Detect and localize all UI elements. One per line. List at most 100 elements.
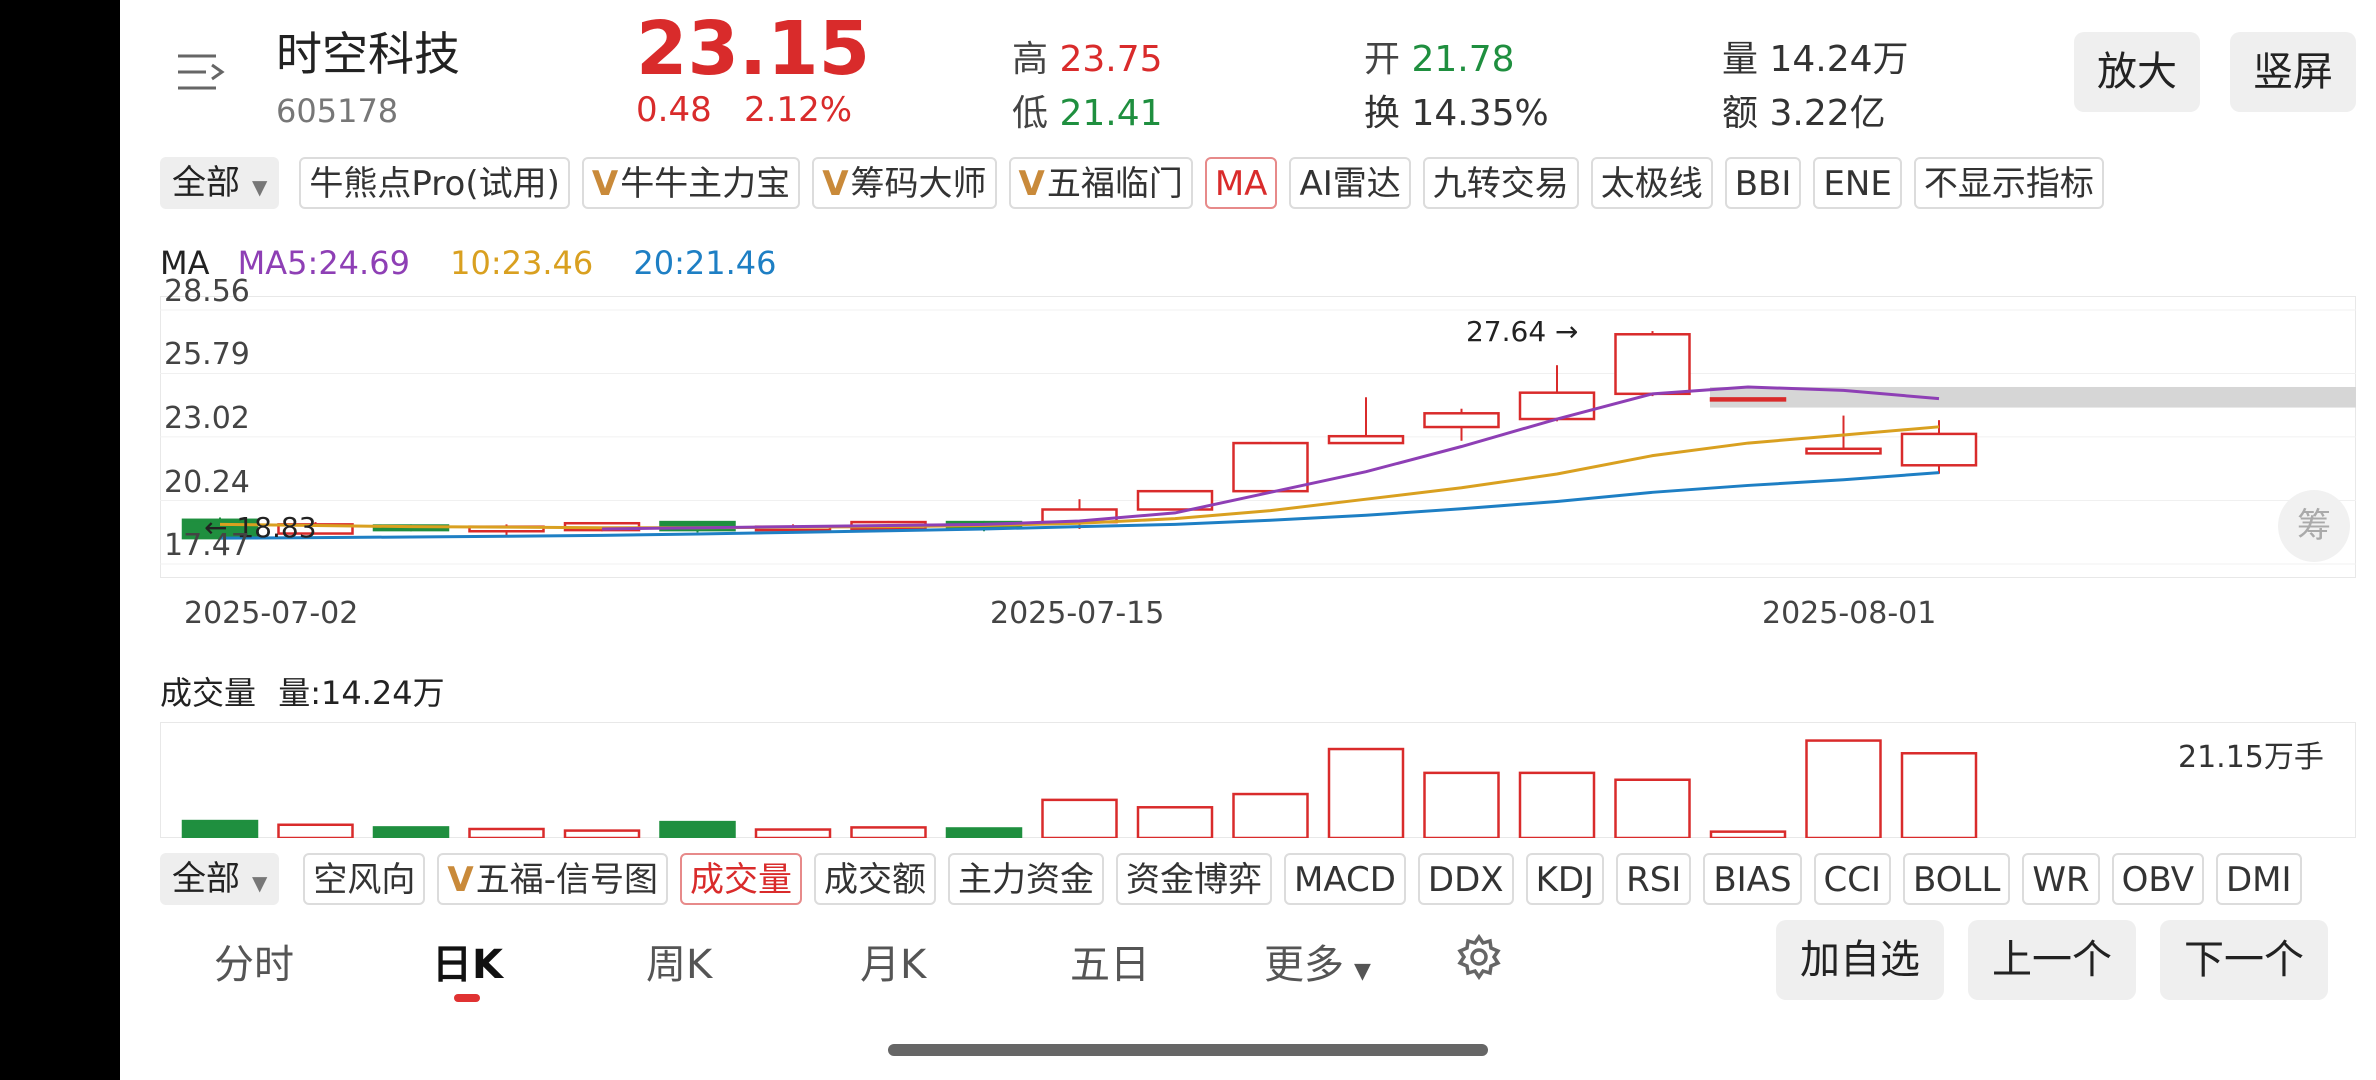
- prev-stock-button[interactable]: 上一个: [1968, 920, 2136, 1000]
- indicator-chip[interactable]: V筹码大师: [812, 157, 997, 209]
- indicator-chip-label: MA: [1214, 164, 1268, 204]
- vip-badge-icon: V: [591, 164, 619, 204]
- indicator-chip[interactable]: 不显示指标: [1913, 157, 2104, 209]
- volume-bar: [1136, 806, 1214, 840]
- app-screen: 时空科技 605178 23.15 0.48 2.12% 高 23.75 低 2…: [120, 0, 2376, 1080]
- tab-more[interactable]: 更多 ▼: [1264, 932, 1371, 990]
- candle-body: [1232, 441, 1309, 493]
- indicator-chip[interactable]: CCI: [1813, 853, 1892, 905]
- stat-open: 开 21.78: [1364, 30, 1515, 82]
- kline-chart[interactable]: 27.64 → ← 18.83: [160, 296, 2356, 578]
- chip-distribution-button[interactable]: 筹: [2278, 490, 2350, 562]
- sub-indicator-bar: 全部 ▼ 空风向 V五福-信号图 成交量 成交额 主力资金 资金博弈 MACD DDX KDJ RS…: [160, 850, 2376, 908]
- portrait-button[interactable]: 竖屏: [2230, 32, 2356, 112]
- menu-icon[interactable]: [176, 50, 226, 94]
- indicator-chip-label: DDX: [1427, 860, 1504, 900]
- indicator-chip[interactable]: ENE: [1813, 157, 1902, 209]
- volume-bar: [181, 819, 259, 840]
- tab-daily[interactable]: 日K: [432, 932, 503, 1002]
- indicator-chip[interactable]: OBV: [2111, 853, 2204, 905]
- volume-bar: [754, 828, 832, 840]
- indicator-chip-label: 五福-信号图: [475, 860, 658, 900]
- indicator-chip-label: 牛牛主力宝: [620, 164, 791, 204]
- ma-legend: MA MA5:24.69 10:23.46 20:21.46: [160, 244, 776, 282]
- indicator-chip[interactable]: 成交额: [814, 853, 936, 905]
- indicator-chip-label: DMI: [2225, 860, 2292, 900]
- indicator-chip[interactable]: RSI: [1616, 853, 1692, 905]
- indicator-chip-label: MACD: [1294, 860, 1396, 900]
- stat-turnover-label: 换: [1364, 93, 1401, 134]
- volume-bar: [659, 820, 736, 840]
- indicator-chip[interactable]: BIAS: [1703, 853, 1802, 905]
- indicator-chip[interactable]: 成交量: [680, 853, 802, 905]
- indicator-chip-label: AI雷达: [1299, 164, 1401, 204]
- stat-low-label: 低: [1012, 93, 1049, 134]
- indicator-chip[interactable]: KDJ: [1525, 853, 1605, 905]
- y-tick-label: 25.79: [164, 337, 250, 373]
- indicator-chip-label: WR: [2032, 860, 2090, 900]
- next-stock-button[interactable]: 下一个: [2160, 920, 2328, 1000]
- indicator-chip[interactable]: BBI: [1724, 157, 1802, 209]
- tab-weekly[interactable]: 周K: [646, 932, 712, 990]
- price-change: 0.48: [636, 90, 712, 130]
- vip-badge-icon: V: [447, 860, 474, 900]
- indicator-chip[interactable]: MA: [1204, 157, 1278, 209]
- add-watchlist-button[interactable]: 加自选: [1776, 920, 1944, 1000]
- indicator-chip-label: RSI: [1626, 860, 1682, 900]
- indicator-chip[interactable]: 九转交易: [1422, 157, 1579, 209]
- ma10-legend: 10:23.46: [450, 244, 594, 282]
- tab-intraday[interactable]: 分时: [214, 932, 294, 990]
- indicator-chip-label: 牛熊点Pro(试用): [309, 164, 560, 204]
- volume-title: 成交量 量:14.24万: [160, 668, 445, 714]
- volume-bar: [1900, 752, 1978, 840]
- indicator-chip-label: ENE: [1823, 164, 1892, 204]
- tab-five-day[interactable]: 五日: [1070, 932, 1150, 990]
- volume-bar: [372, 826, 450, 840]
- tab-more-label: 更多: [1264, 942, 1344, 988]
- indicator-chip[interactable]: DMI: [2215, 853, 2302, 905]
- volume-chart[interactable]: [160, 722, 2356, 840]
- indicator-chip-label: 主力资金: [958, 860, 1094, 900]
- candle-body: [1518, 391, 1596, 421]
- indicator-chip-label: 资金博弈: [1126, 860, 1262, 900]
- ma20-legend: 20:21.46: [633, 244, 777, 282]
- stock-name: 时空科技: [276, 27, 460, 81]
- stat-high-label: 高: [1012, 39, 1049, 80]
- sub-indicator-all-select[interactable]: 全部 ▼: [160, 853, 280, 905]
- vip-badge-icon: V: [822, 164, 849, 204]
- indicator-chip-label: BBI: [1734, 164, 1792, 204]
- home-indicator[interactable]: [888, 1044, 1488, 1056]
- indicator-chip[interactable]: MACD: [1284, 853, 1406, 905]
- indicator-chip[interactable]: WR: [2022, 853, 2100, 905]
- price-change-pct: 2.12%: [744, 90, 853, 130]
- tab-monthly[interactable]: 月K: [860, 932, 926, 990]
- indicator-chip[interactable]: V五福临门: [1008, 157, 1193, 209]
- indicator-chip[interactable]: 太极线: [1590, 157, 1713, 209]
- sub-indicator-chip-list: 空风向 V五福-信号图 成交量 成交额 主力资金 资金博弈 MACD DDX KDJ RSI BIA…: [303, 853, 2313, 905]
- current-price: 23.15: [636, 6, 871, 92]
- volume-bar: [468, 827, 545, 840]
- indicator-chip[interactable]: 空风向: [303, 853, 426, 905]
- gear-icon[interactable]: [1454, 932, 1504, 982]
- indicator-chip-label: BOLL: [1913, 860, 2001, 900]
- indicator-chip[interactable]: 资金博弈: [1116, 853, 1272, 905]
- indicator-chip-label: 九转交易: [1432, 164, 1569, 204]
- stat-volume-label: 量: [1722, 39, 1759, 80]
- volume-max-label: 21.15万手: [2178, 740, 2324, 775]
- indicator-chip[interactable]: BOLL: [1903, 853, 2011, 905]
- indicator-chip[interactable]: V五福-信号图: [437, 853, 668, 905]
- indicator-chip[interactable]: 主力资金: [948, 853, 1104, 905]
- volume-bar: [1518, 771, 1596, 840]
- indicator-chip[interactable]: V牛牛主力宝: [581, 157, 801, 209]
- stat-volume: 量 14.24万: [1722, 30, 1909, 82]
- indicator-chip[interactable]: DDX: [1417, 853, 1514, 905]
- zoom-button[interactable]: 放大: [2074, 32, 2200, 112]
- x-tick-label: 2025-07-15: [990, 596, 1165, 631]
- volume-bar: [563, 829, 641, 840]
- indicator-chip[interactable]: AI雷达: [1289, 157, 1411, 209]
- indicator-chip[interactable]: 牛熊点Pro(试用): [299, 157, 570, 209]
- volume-bar: [1041, 798, 1118, 840]
- indicator-all-select[interactable]: 全部 ▼: [160, 157, 280, 209]
- candle-body: [1614, 333, 1691, 396]
- indicator-all-label: 全部: [172, 163, 240, 203]
